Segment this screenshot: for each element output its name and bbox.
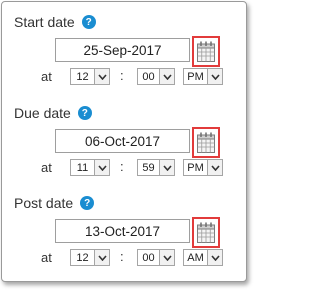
due-hour-select[interactable]: 11 — [70, 159, 110, 176]
start-date-label-row: Start date ? — [14, 11, 96, 33]
help-icon[interactable]: ? — [77, 106, 92, 120]
chevron-down-icon — [94, 160, 109, 175]
due-ampm-value: PM — [187, 161, 204, 174]
calendar-icon — [197, 222, 215, 243]
time-colon: : — [120, 159, 124, 174]
due-date-input[interactable]: 06-Oct-2017 — [55, 129, 190, 153]
start-ampm-value: PM — [187, 70, 204, 83]
chevron-down-icon — [94, 250, 109, 265]
at-label: at — [41, 250, 52, 265]
help-icon[interactable]: ? — [80, 196, 95, 210]
calendar-icon — [197, 41, 215, 62]
at-label: at — [41, 160, 52, 175]
post-ampm-select[interactable]: AM — [183, 249, 223, 266]
due-ampm-select[interactable]: PM — [183, 159, 223, 176]
due-date-label: Due date — [14, 105, 71, 121]
post-minute-value: 00 — [142, 251, 155, 264]
post-time-row: at 12 : 00 AM — [2, 249, 246, 266]
post-ampm-value: AM — [187, 251, 204, 264]
start-hour-select[interactable]: 12 — [70, 68, 110, 85]
help-icon[interactable]: ? — [81, 15, 96, 29]
chevron-down-icon — [159, 250, 174, 265]
due-minute-value: 59 — [142, 161, 155, 174]
start-hour-value: 12 — [76, 70, 89, 83]
due-hour-value: 11 — [76, 161, 89, 174]
chevron-down-icon — [159, 69, 174, 84]
post-date-label: Post date — [14, 195, 74, 211]
post-date-input[interactable]: 13-Oct-2017 — [55, 219, 190, 243]
chevron-down-icon — [207, 160, 222, 175]
start-date-calendar-button[interactable] — [192, 36, 220, 67]
chevron-down-icon — [207, 250, 222, 265]
chevron-down-icon — [159, 160, 174, 175]
post-hour-select[interactable]: 12 — [70, 249, 110, 266]
chevron-down-icon — [207, 69, 222, 84]
post-minute-select[interactable]: 00 — [137, 249, 175, 266]
due-date-calendar-button[interactable] — [192, 127, 220, 158]
time-colon: : — [120, 249, 124, 264]
start-date-label: Start date — [14, 14, 75, 30]
calendar-icon — [197, 132, 215, 153]
time-colon: : — [120, 68, 124, 83]
post-hour-value: 12 — [76, 251, 89, 264]
due-time-row: at 11 : 59 PM — [2, 159, 246, 176]
post-date-calendar-button[interactable] — [192, 217, 220, 248]
due-date-label-row: Due date ? — [14, 102, 92, 124]
due-minute-select[interactable]: 59 — [137, 159, 175, 176]
post-date-label-row: Post date ? — [14, 192, 95, 214]
start-minute-value: 00 — [142, 70, 155, 83]
at-label: at — [41, 69, 52, 84]
start-time-row: at 12 : 00 PM — [2, 68, 246, 85]
chevron-down-icon — [94, 69, 109, 84]
start-minute-select[interactable]: 00 — [137, 68, 175, 85]
date-settings-panel: Start date ? 25-Sep-2017 at 12: 00 PM D… — [1, 1, 247, 282]
start-date-input[interactable]: 25-Sep-2017 — [55, 38, 190, 62]
start-ampm-select[interactable]: PM — [183, 68, 223, 85]
